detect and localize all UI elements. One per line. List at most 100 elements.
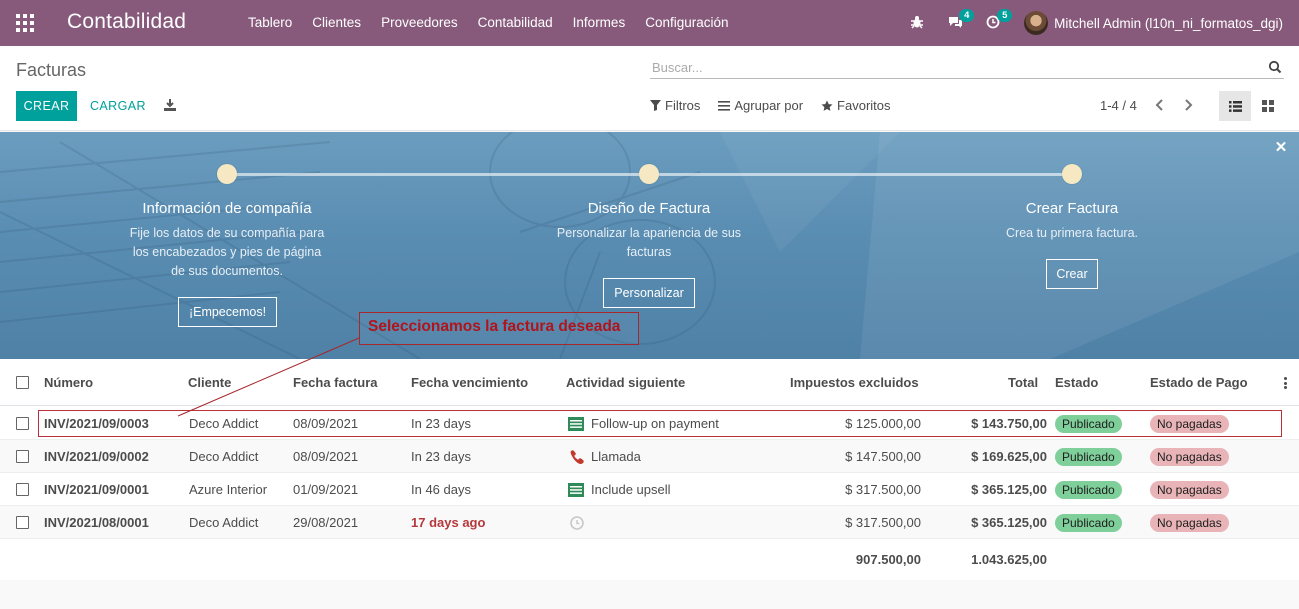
clock-icon[interactable] bbox=[569, 516, 585, 530]
status-badge: Publicado bbox=[1055, 514, 1122, 532]
create-button[interactable]: CREAR bbox=[16, 91, 77, 121]
star-icon bbox=[821, 100, 833, 111]
total-amount: $ 365.125,00 bbox=[971, 515, 1047, 530]
step-dot-company bbox=[217, 164, 237, 184]
column-header-next-activity[interactable]: Actividad siguiente bbox=[566, 375, 685, 390]
status-badge: Publicado bbox=[1055, 415, 1122, 433]
search-input[interactable] bbox=[650, 57, 1250, 77]
control-panel: Facturas CREAR CARGAR Filtros Agrupar po… bbox=[0, 46, 1299, 131]
table-footer: 907.500,00 1.043.625,00 bbox=[0, 539, 1299, 580]
step-dot-invoice bbox=[1062, 164, 1082, 184]
messages-icon[interactable]: 4 bbox=[948, 9, 975, 31]
invoice-date: 29/08/2021 bbox=[293, 515, 359, 530]
favorites-label: Favoritos bbox=[837, 98, 891, 113]
main-menu: Tablero Clientes Proveedores Contabilida… bbox=[238, 0, 739, 46]
column-header-invoice-date[interactable]: Fecha factura bbox=[293, 375, 378, 390]
row-checkbox[interactable] bbox=[16, 483, 29, 496]
pager-value[interactable]: 1-4 / 4 bbox=[1100, 98, 1137, 113]
column-header-number[interactable]: Número bbox=[44, 375, 93, 390]
step-text-layout-line: Personalizar la apariencia de sus bbox=[556, 226, 742, 240]
invoice-list: Número Cliente Fecha factura Fecha venci… bbox=[0, 359, 1299, 580]
invoice-number: INV/2021/09/0002 bbox=[44, 449, 149, 464]
close-banner-icon[interactable]: ✕ bbox=[1274, 140, 1288, 155]
annotation-text: Seleccionamos la factura deseada bbox=[368, 318, 621, 335]
activity-summary: Include upsell bbox=[591, 482, 671, 497]
row-checkbox[interactable] bbox=[16, 450, 29, 463]
menu-item-configuracion[interactable]: Configuración bbox=[635, 0, 738, 46]
app-window: Contabilidad Tablero Clientes Proveedore… bbox=[0, 0, 1299, 609]
create-invoice-button[interactable]: Crear bbox=[1046, 259, 1098, 289]
filter-icon bbox=[650, 100, 661, 111]
untaxed-amount: $ 125.000,00 bbox=[845, 416, 921, 431]
favorites-button[interactable]: Favoritos bbox=[821, 98, 891, 113]
messages-badge: 4 bbox=[959, 9, 975, 22]
total-amount: $ 169.625,00 bbox=[971, 449, 1047, 464]
step-title-layout: Diseño de Factura bbox=[587, 200, 711, 217]
table-row[interactable]: INV/2021/09/0003 Deco Addict 08/09/2021 … bbox=[0, 407, 1299, 440]
list-view-button[interactable] bbox=[1219, 91, 1251, 121]
user-avatar[interactable] bbox=[1024, 11, 1049, 35]
step-text-layout: Personalizar la apariencia de sus factur… bbox=[499, 224, 799, 262]
page-title: Facturas bbox=[16, 60, 87, 80]
activities-badge: 5 bbox=[997, 9, 1013, 22]
kanban-icon bbox=[1262, 100, 1274, 112]
select-all-checkbox[interactable] bbox=[16, 376, 29, 389]
invoice-number: INV/2021/09/0001 bbox=[44, 482, 149, 497]
column-header-status[interactable]: Estado bbox=[1055, 375, 1098, 390]
customer-name: Deco Addict bbox=[189, 515, 259, 530]
chevron-left-icon[interactable] bbox=[1153, 98, 1167, 112]
invoice-date: 01/09/2021 bbox=[293, 482, 359, 497]
untaxed-amount: $ 317.500,00 bbox=[845, 515, 921, 530]
total-sum: 1.043.625,00 bbox=[971, 552, 1047, 567]
menu-item-tablero[interactable]: Tablero bbox=[238, 0, 302, 46]
chevron-right-icon[interactable] bbox=[1181, 98, 1195, 112]
bug-icon[interactable] bbox=[910, 15, 926, 31]
download-icon[interactable] bbox=[162, 97, 178, 113]
due-date: In 23 days bbox=[411, 449, 471, 464]
payment-status-badge: No pagadas bbox=[1150, 481, 1229, 499]
row-checkbox[interactable] bbox=[16, 417, 29, 430]
column-header-total[interactable]: Total bbox=[1008, 375, 1038, 390]
due-date: In 23 days bbox=[411, 416, 471, 431]
step-title-company: Información de compañía bbox=[142, 200, 312, 217]
menu-item-clientes[interactable]: Clientes bbox=[302, 0, 371, 46]
step-text-company: Fije los datos de su compañía para los e… bbox=[77, 224, 377, 281]
upload-button[interactable]: CARGAR bbox=[84, 91, 152, 121]
table-row[interactable]: INV/2021/09/0001 Azure Interior 01/09/20… bbox=[0, 473, 1299, 506]
customer-name: Deco Addict bbox=[189, 416, 259, 431]
customize-button[interactable]: Personalizar bbox=[603, 278, 695, 308]
menu-item-proveedores[interactable]: Proveedores bbox=[371, 0, 468, 46]
row-checkbox[interactable] bbox=[16, 516, 29, 529]
column-header-untaxed[interactable]: Impuestos excluidos bbox=[790, 375, 919, 390]
lets-start-button[interactable]: ¡Empecemos! bbox=[178, 297, 277, 327]
invoice-icon[interactable] bbox=[568, 483, 584, 497]
groupby-button[interactable]: Agrupar por bbox=[718, 98, 803, 113]
menu-item-contabilidad[interactable]: Contabilidad bbox=[468, 0, 563, 46]
untaxed-amount: $ 317.500,00 bbox=[845, 482, 921, 497]
activities-clock-icon[interactable]: 5 bbox=[986, 9, 1013, 31]
table-header: Número Cliente Fecha factura Fecha venci… bbox=[0, 359, 1299, 406]
user-menu[interactable]: Mitchell Admin (l10n_ni_formatos_dgi) bbox=[1054, 16, 1283, 31]
total-amount: $ 365.125,00 bbox=[971, 482, 1047, 497]
search-box bbox=[650, 57, 1284, 79]
apps-menu-icon[interactable] bbox=[16, 14, 34, 32]
filters-label: Filtros bbox=[665, 98, 701, 113]
bars-icon bbox=[718, 101, 731, 111]
optional-columns-icon[interactable] bbox=[1284, 377, 1288, 389]
column-header-due-date[interactable]: Fecha vencimiento bbox=[411, 375, 528, 390]
table-row[interactable]: INV/2021/09/0002 Deco Addict 08/09/2021 … bbox=[0, 440, 1299, 473]
table-row[interactable]: INV/2021/08/0001 Deco Addict 29/08/2021 … bbox=[0, 506, 1299, 539]
menu-item-informes[interactable]: Informes bbox=[563, 0, 636, 46]
kanban-view-button[interactable] bbox=[1252, 91, 1284, 121]
activity-summary: Follow-up on payment bbox=[591, 416, 719, 431]
search-icon[interactable] bbox=[1268, 60, 1282, 74]
app-brand[interactable]: Contabilidad bbox=[67, 10, 186, 34]
invoice-icon[interactable] bbox=[568, 417, 584, 431]
column-header-payment-status[interactable]: Estado de Pago bbox=[1150, 375, 1248, 390]
filters-button[interactable]: Filtros bbox=[650, 98, 700, 113]
column-header-customer[interactable]: Cliente bbox=[188, 375, 231, 390]
phone-icon[interactable] bbox=[569, 450, 585, 464]
list-icon bbox=[1228, 100, 1242, 112]
step-text-company-line: Fije los datos de su compañía para bbox=[129, 226, 325, 240]
step-dot-layout bbox=[639, 164, 659, 184]
